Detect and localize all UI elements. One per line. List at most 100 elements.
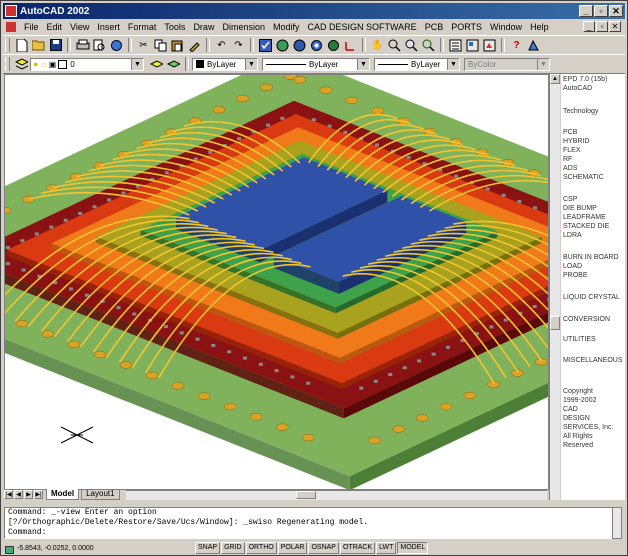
print-preview-icon[interactable] xyxy=(92,38,107,53)
side-item-utilities[interactable]: UTILITIES xyxy=(563,336,596,345)
side-item-stacked-die[interactable]: STACKED DIE xyxy=(563,223,609,232)
prev-tab-icon[interactable]: ◀ xyxy=(14,490,23,499)
coordinates-display[interactable]: -5.8543, -0.0252, 0.0000 xyxy=(3,545,195,554)
new-file-icon[interactable] xyxy=(14,38,29,53)
layer-dropdown[interactable]: ● ☼ ▣ 0 ▼ xyxy=(30,57,144,71)
ortho-toggle[interactable]: ORTHO xyxy=(245,542,277,554)
chevron-down-icon[interactable]: ▼ xyxy=(131,58,143,70)
publish-icon[interactable] xyxy=(109,38,124,53)
toolbar-grip[interactable] xyxy=(5,38,10,52)
lwt-toggle[interactable]: LWT xyxy=(376,542,397,554)
layer-previous-icon[interactable] xyxy=(166,57,181,72)
tab-model[interactable]: Model xyxy=(46,489,80,500)
properties-icon[interactable] xyxy=(448,38,463,53)
side-item-schematic[interactable]: SCHEMATIC xyxy=(563,174,604,183)
tab-layout1[interactable]: Layout1 xyxy=(81,489,120,500)
zoom-window-icon[interactable] xyxy=(404,38,419,53)
plugin-icon[interactable] xyxy=(526,38,541,53)
drawing-canvas[interactable] xyxy=(4,74,549,490)
minimize-button[interactable]: _ xyxy=(579,5,593,17)
command-prompt[interactable]: Command: xyxy=(8,528,618,538)
menu-window[interactable]: Window xyxy=(486,22,526,32)
side-item-autocad[interactable]: AutoCAD xyxy=(563,85,592,94)
undo-icon[interactable]: ↶ xyxy=(214,38,229,53)
scroll-up-icon[interactable]: ▲ xyxy=(550,74,560,84)
side-item-miscellaneous[interactable]: MISCELLANEOUS xyxy=(563,357,623,366)
hyperlink-icon[interactable] xyxy=(326,38,341,53)
menu-insert[interactable]: Insert xyxy=(93,22,124,32)
side-item-leadframe[interactable]: LEADFRAME xyxy=(563,214,606,223)
tool-palettes-icon[interactable] xyxy=(482,38,497,53)
point-icon[interactable] xyxy=(309,38,324,53)
side-item-ads[interactable]: ADS xyxy=(563,165,577,174)
cut-icon[interactable]: ✂ xyxy=(136,38,151,53)
menu-ports[interactable]: PORTS xyxy=(447,22,486,32)
open-folder-icon[interactable] xyxy=(31,38,46,53)
restore-button[interactable]: ▫ xyxy=(594,5,608,17)
side-item-load[interactable]: LOAD xyxy=(563,263,582,272)
snap-toggle[interactable]: SNAP xyxy=(195,542,221,554)
last-tab-icon[interactable]: ▶| xyxy=(34,490,43,499)
make-object-layer-current-icon[interactable] xyxy=(149,57,164,72)
osnap-toggle[interactable]: OSNAP xyxy=(308,542,339,554)
close-button[interactable]: ✕ xyxy=(609,5,623,17)
menu-tools[interactable]: Tools xyxy=(160,22,189,32)
side-item-die-bump[interactable]: DIE BUMP xyxy=(563,205,597,214)
print-icon[interactable] xyxy=(75,38,90,53)
doc-restore-button[interactable]: ▫ xyxy=(596,21,608,32)
menu-view[interactable]: View xyxy=(66,22,93,32)
lineweight-dropdown[interactable]: ByLayer ▼ xyxy=(374,57,460,71)
horizontal-scrollbar[interactable] xyxy=(125,489,547,500)
menu-help[interactable]: Help xyxy=(526,22,553,32)
side-item-hybrid[interactable]: HYBRID xyxy=(563,138,589,147)
design-center-icon[interactable] xyxy=(465,38,480,53)
command-scrollbar[interactable] xyxy=(612,507,622,539)
copy-icon[interactable] xyxy=(153,38,168,53)
menu-dimension[interactable]: Dimension xyxy=(218,22,269,32)
first-tab-icon[interactable]: |◀ xyxy=(4,490,13,499)
document-icon[interactable] xyxy=(6,22,16,32)
match-properties-icon[interactable] xyxy=(187,38,202,53)
autocad-app-icon[interactable] xyxy=(5,5,17,17)
pan-icon[interactable]: ✋ xyxy=(370,38,385,53)
command-line-window[interactable]: Command: _-view Enter an option [?/Ortho… xyxy=(4,507,619,539)
chevron-down-icon[interactable]: ▼ xyxy=(357,58,369,70)
menu-modify[interactable]: Modify xyxy=(269,22,304,32)
side-item-flex[interactable]: FLEX xyxy=(563,147,581,156)
side-item-technology[interactable]: Technology xyxy=(563,108,598,117)
ucs-icon[interactable] xyxy=(343,38,358,53)
zoom-realtime-icon[interactable] xyxy=(387,38,402,53)
toolbar-grip[interactable] xyxy=(5,57,10,71)
save-icon[interactable] xyxy=(48,38,63,53)
menu-edit[interactable]: Edit xyxy=(43,22,67,32)
hscroll-thumb[interactable] xyxy=(295,490,316,499)
menu-cad-design-software[interactable]: CAD DESIGN SOFTWARE xyxy=(304,22,421,32)
vertical-scrollbar[interactable]: ▲ xyxy=(549,74,560,500)
linetype-dropdown[interactable]: ByLayer ▼ xyxy=(262,57,370,71)
side-item-csp[interactable]: CSP xyxy=(563,196,577,205)
menu-draw[interactable]: Draw xyxy=(189,22,218,32)
layer-manager-icon[interactable] xyxy=(14,57,29,72)
help-icon[interactable]: ? xyxy=(509,38,524,53)
meet-now-icon[interactable] xyxy=(292,38,307,53)
chevron-down-icon[interactable]: ▼ xyxy=(447,58,459,70)
doc-close-button[interactable]: ✕ xyxy=(609,21,621,32)
polar-toggle[interactable]: POLAR xyxy=(277,542,308,554)
menu-file[interactable]: File xyxy=(20,22,43,32)
next-tab-icon[interactable]: ▶ xyxy=(24,490,33,499)
color-dropdown[interactable]: ByLayer ▼ xyxy=(192,57,258,71)
chevron-down-icon[interactable]: ▼ xyxy=(245,58,257,70)
cad-standards-icon[interactable] xyxy=(258,38,273,53)
side-item-liquid-crystal[interactable]: LIQUID CRYSTAL xyxy=(563,294,620,303)
title-bar[interactable]: AutoCAD 2002 _ ▫ ✕ xyxy=(3,3,625,19)
side-item-burn-in-board[interactable]: BURN IN BOARD xyxy=(563,254,619,263)
side-item-probe[interactable]: PROBE xyxy=(563,272,588,281)
menu-format[interactable]: Format xyxy=(124,22,161,32)
side-item-conversion[interactable]: CONVERSION xyxy=(563,316,610,325)
side-item-rf[interactable]: RF xyxy=(563,156,572,165)
paste-icon[interactable] xyxy=(170,38,185,53)
redo-icon[interactable]: ↷ xyxy=(231,38,246,53)
today-icon[interactable] xyxy=(275,38,290,53)
menu-pcb[interactable]: PCB xyxy=(421,22,448,32)
scroll-thumb[interactable] xyxy=(550,316,560,330)
